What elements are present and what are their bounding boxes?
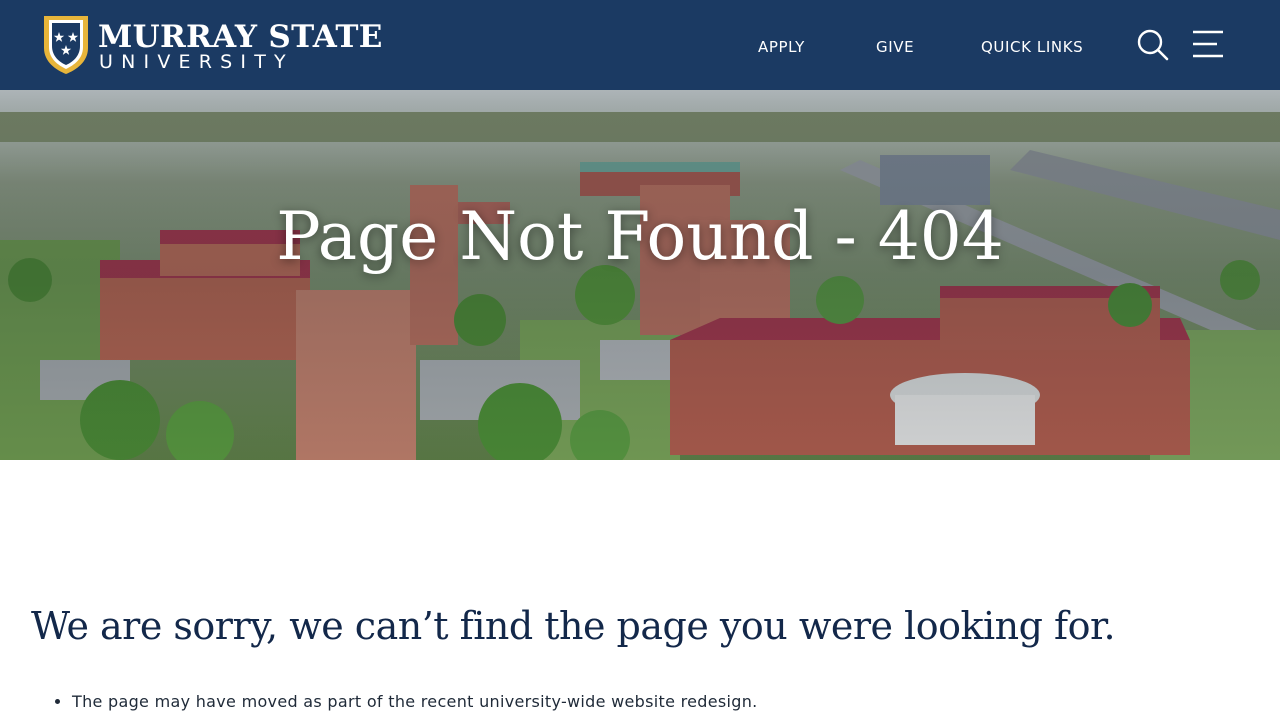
nav-give[interactable]: GIVE: [876, 36, 914, 58]
hamburger-menu-icon[interactable]: [1191, 28, 1225, 62]
search-icon[interactable]: [1136, 28, 1170, 62]
shield-logo-icon: [44, 16, 88, 74]
nav-quick-links[interactable]: QUICK LINKS: [981, 36, 1083, 58]
nav-apply[interactable]: APPLY: [758, 36, 805, 58]
page-title: Page Not Found - 404: [276, 198, 1004, 275]
list-item: The page may have moved as part of the r…: [72, 690, 758, 714]
logo-wordmark-primary: MURRAY STATE: [98, 19, 383, 55]
logo-wordmark-secondary: UNIVERSITY: [99, 51, 294, 73]
hero-banner: Page Not Found - 404: [0, 90, 1280, 460]
error-heading: We are sorry, we can’t find the page you…: [31, 604, 1116, 648]
university-logo[interactable]: MURRAY STATE UNIVERSITY: [42, 14, 382, 76]
site-header: MURRAY STATE UNIVERSITY APPLY GIVE QUICK…: [0, 0, 1280, 90]
reason-list: The page may have moved as part of the r…: [32, 690, 758, 714]
